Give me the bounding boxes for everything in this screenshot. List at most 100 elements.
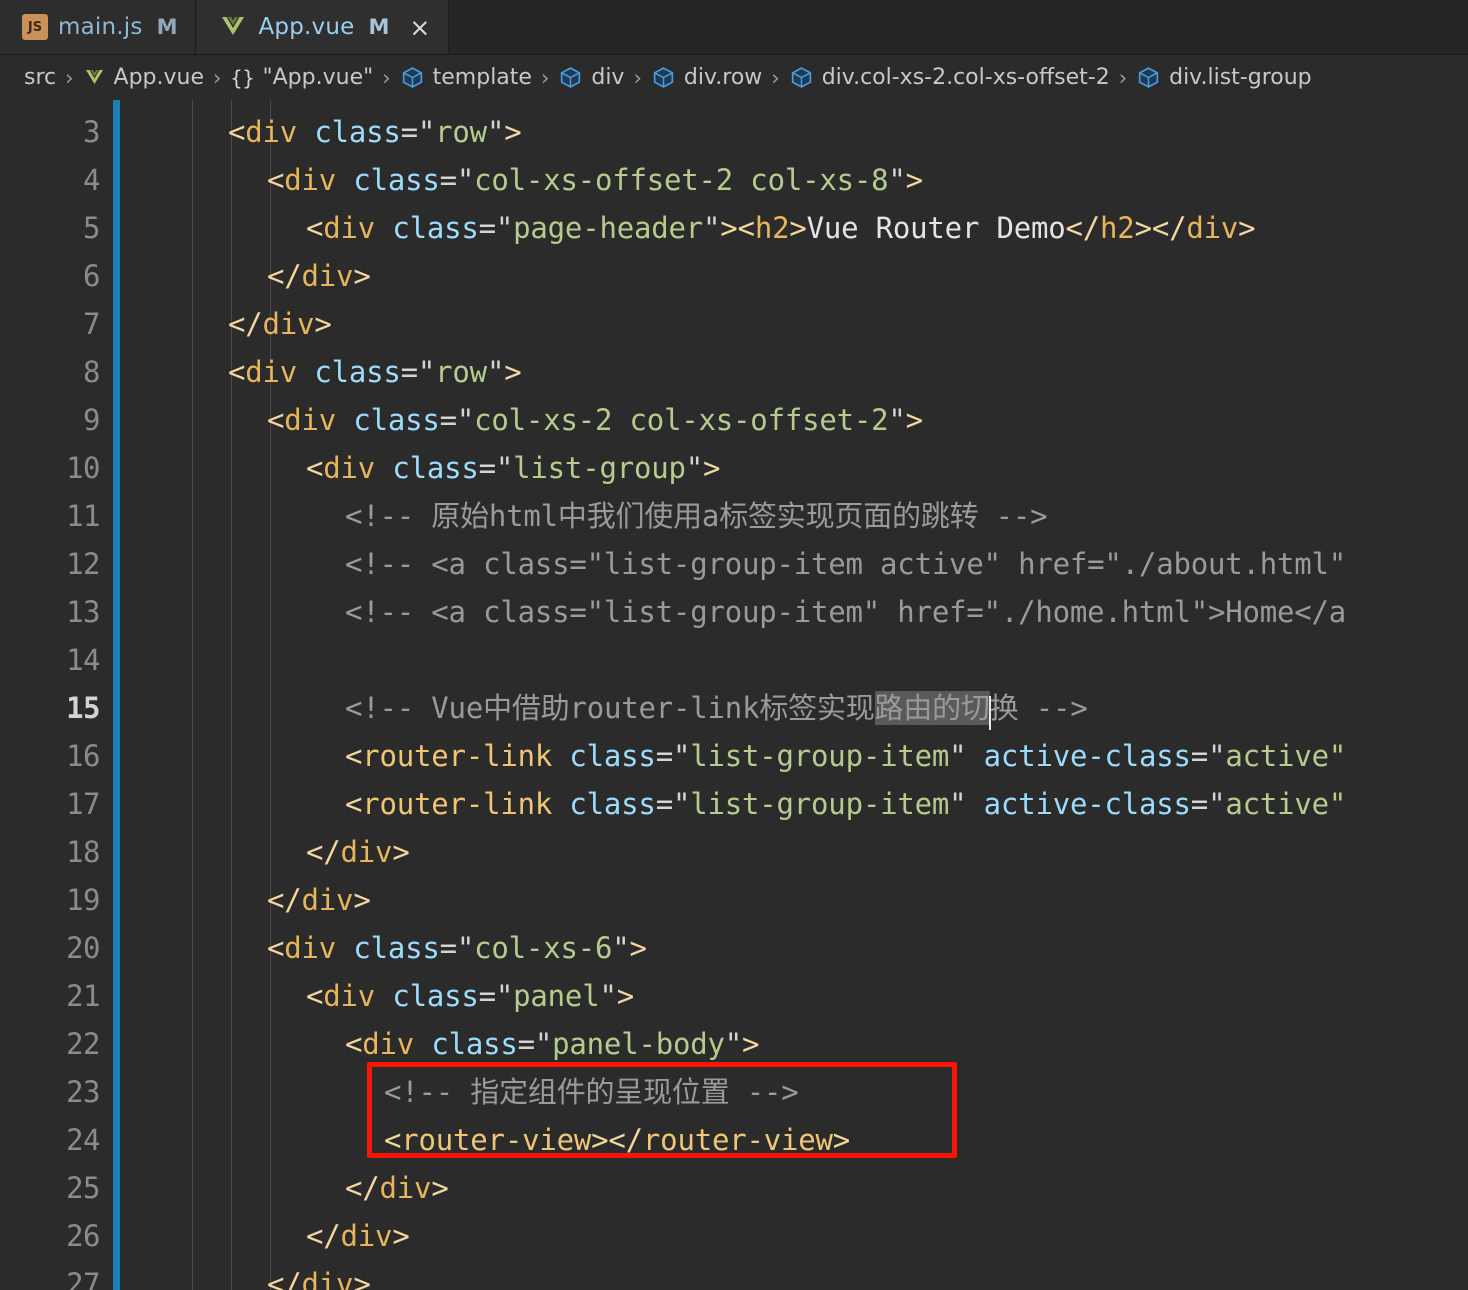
code-token: < xyxy=(306,450,324,485)
code-token: > xyxy=(314,306,332,341)
code-token: div xyxy=(340,1218,393,1253)
breadcrumb-item-src[interactable]: src xyxy=(24,65,56,90)
code-token: col-xs-6 xyxy=(474,930,613,965)
code-editor[interactable]: 3 <div class="row"> 4 <div class="col-xs-of… xyxy=(0,100,1468,1290)
code-token: = xyxy=(517,1026,535,1061)
code-line[interactable]: 4 <div class="col-xs-offset-2 col-xs-8"> xyxy=(0,156,1468,204)
code-line[interactable]: 13 <!-- <a class="list-group-item" href="… xyxy=(0,588,1468,636)
code-token: > xyxy=(905,162,923,197)
editor-tab-bar: JS main.js M App.vue M × xyxy=(0,0,1468,55)
code-line[interactable]: 17 <router-link class="list-group-item" a… xyxy=(0,780,1468,828)
code-line[interactable]: 18 </div> xyxy=(0,828,1468,876)
code-text: <div class="page-header"><h2>Vue Router … xyxy=(306,210,1256,245)
code-token: div xyxy=(379,1170,432,1205)
code-line[interactable]: 25 </div> xyxy=(0,1164,1468,1212)
code-line[interactable]: 24 <router-view></router-view> xyxy=(0,1116,1468,1164)
code-line[interactable]: 16 <router-link class="list-group-item" a… xyxy=(0,732,1468,780)
vue-file-icon xyxy=(83,68,106,88)
code-token: h2 xyxy=(754,210,790,245)
code-lines[interactable]: 3 <div class="row"> 4 <div class="col-xs-of… xyxy=(0,100,1468,1290)
line-number: 9 xyxy=(83,403,100,437)
code-text: </div> xyxy=(228,306,332,341)
breadcrumb-item-app-vue[interactable]: App.vue xyxy=(83,65,204,90)
code-line[interactable]: 21 <div class="panel"> xyxy=(0,972,1468,1020)
code-token: > xyxy=(353,1266,371,1290)
code-text: </div> xyxy=(306,837,410,867)
code-line[interactable]: 14 xyxy=(0,636,1468,684)
code-token: list-group-item xyxy=(690,786,950,821)
code-token: router-link xyxy=(362,738,553,773)
code-token: = xyxy=(400,354,418,389)
code-token: <!-- 指定组件的呈现位置 --> xyxy=(384,1074,799,1109)
code-token: > xyxy=(629,930,647,965)
code-token: = xyxy=(478,978,496,1013)
code-line[interactable]: 26 </div> xyxy=(0,1212,1468,1260)
code-line[interactable]: 12 <!-- <a class="list-group-item active"… xyxy=(0,540,1468,588)
line-number: 27 xyxy=(66,1267,100,1290)
code-token: active" xyxy=(1225,738,1347,773)
close-icon[interactable]: × xyxy=(409,15,430,40)
code-token: > xyxy=(353,258,371,293)
breadcrumb-item-app-vue-symbol[interactable]: {} "App.vue" xyxy=(230,65,373,90)
code-token: > xyxy=(789,210,807,245)
code-line[interactable]: 10 <div class="list-group"> xyxy=(0,444,1468,492)
breadcrumb-item-div[interactable]: div xyxy=(558,65,624,90)
line-number: 18 xyxy=(66,835,100,869)
code-token: > xyxy=(392,1218,410,1253)
code-token: > xyxy=(832,1122,851,1157)
code-text: <!-- 原始html中我们使用a标签实现页面的跳转 --> xyxy=(345,501,1048,531)
line-number: 12 xyxy=(66,547,100,581)
breadcrumb-item-div-row[interactable]: div.row xyxy=(651,65,762,90)
code-token: " xyxy=(612,930,630,965)
tab-app-vue[interactable]: App.vue M × xyxy=(196,0,450,54)
code-token: div xyxy=(1186,210,1239,245)
code-line[interactable]: 6 </div> xyxy=(0,252,1468,300)
code-line[interactable]: 15 <!-- Vue中借助router-link标签实现路由的切换 --> xyxy=(0,684,1468,732)
code-line[interactable]: 3 <div class="row"> xyxy=(0,108,1468,156)
breadcrumb-item-div-col[interactable]: div.col-xs-2.col-xs-offset-2 xyxy=(789,65,1110,90)
code-token: > xyxy=(504,114,522,149)
code-line[interactable]: 9 <div class="col-xs-2 col-xs-offset-2"> xyxy=(0,396,1468,444)
code-token: " xyxy=(949,738,967,773)
code-token: " xyxy=(456,930,475,965)
code-token: " xyxy=(486,114,505,149)
code-line[interactable]: 23 <!-- 指定组件的呈现位置 --> xyxy=(0,1068,1468,1116)
code-token: router-view xyxy=(401,1122,592,1157)
code-token: > xyxy=(431,1170,449,1205)
code-token: div xyxy=(262,306,315,341)
code-text: </div> xyxy=(267,1266,371,1290)
code-token: " xyxy=(534,1026,553,1061)
code-line[interactable]: 27 </div> xyxy=(0,1260,1468,1290)
code-text: <div class="col-xs-6"> xyxy=(267,930,647,965)
code-line[interactable]: 20 <div class="col-xs-6"> xyxy=(0,924,1468,972)
tab-label: App.vue xyxy=(258,14,355,40)
code-text: </div> xyxy=(345,1170,449,1205)
code-token: class xyxy=(353,402,440,437)
code-token: " xyxy=(685,450,704,485)
code-token: < xyxy=(306,210,324,245)
code-token: div xyxy=(301,258,354,293)
tab-main-js[interactable]: JS main.js M xyxy=(0,0,197,54)
breadcrumb-item-template[interactable]: template xyxy=(400,65,532,90)
line-number: 7 xyxy=(83,307,100,341)
code-line[interactable]: 19 </div> xyxy=(0,876,1468,924)
vue-file-icon xyxy=(218,14,248,40)
code-line[interactable]: 8 <div class="row"> xyxy=(0,348,1468,396)
code-line[interactable]: 11 <!-- 原始html中我们使用a标签实现页面的跳转 --> xyxy=(0,492,1468,540)
code-token: class xyxy=(569,738,656,773)
code-line[interactable]: 7 </div> xyxy=(0,300,1468,348)
code-token: " xyxy=(495,450,514,485)
code-token: < xyxy=(267,162,285,197)
code-line[interactable]: 5 <div class="page-header"><h2>Vue Router… xyxy=(0,204,1468,252)
breadcrumb-item-div-list-group[interactable]: div.list-group xyxy=(1136,65,1312,90)
code-token: div xyxy=(323,210,376,245)
code-token: < xyxy=(228,114,246,149)
code-token: class xyxy=(569,786,656,821)
code-token: page-header xyxy=(513,210,704,245)
symbol-cube-icon xyxy=(1136,65,1161,90)
code-line[interactable]: 22 <div class="panel-body"> xyxy=(0,1020,1468,1068)
